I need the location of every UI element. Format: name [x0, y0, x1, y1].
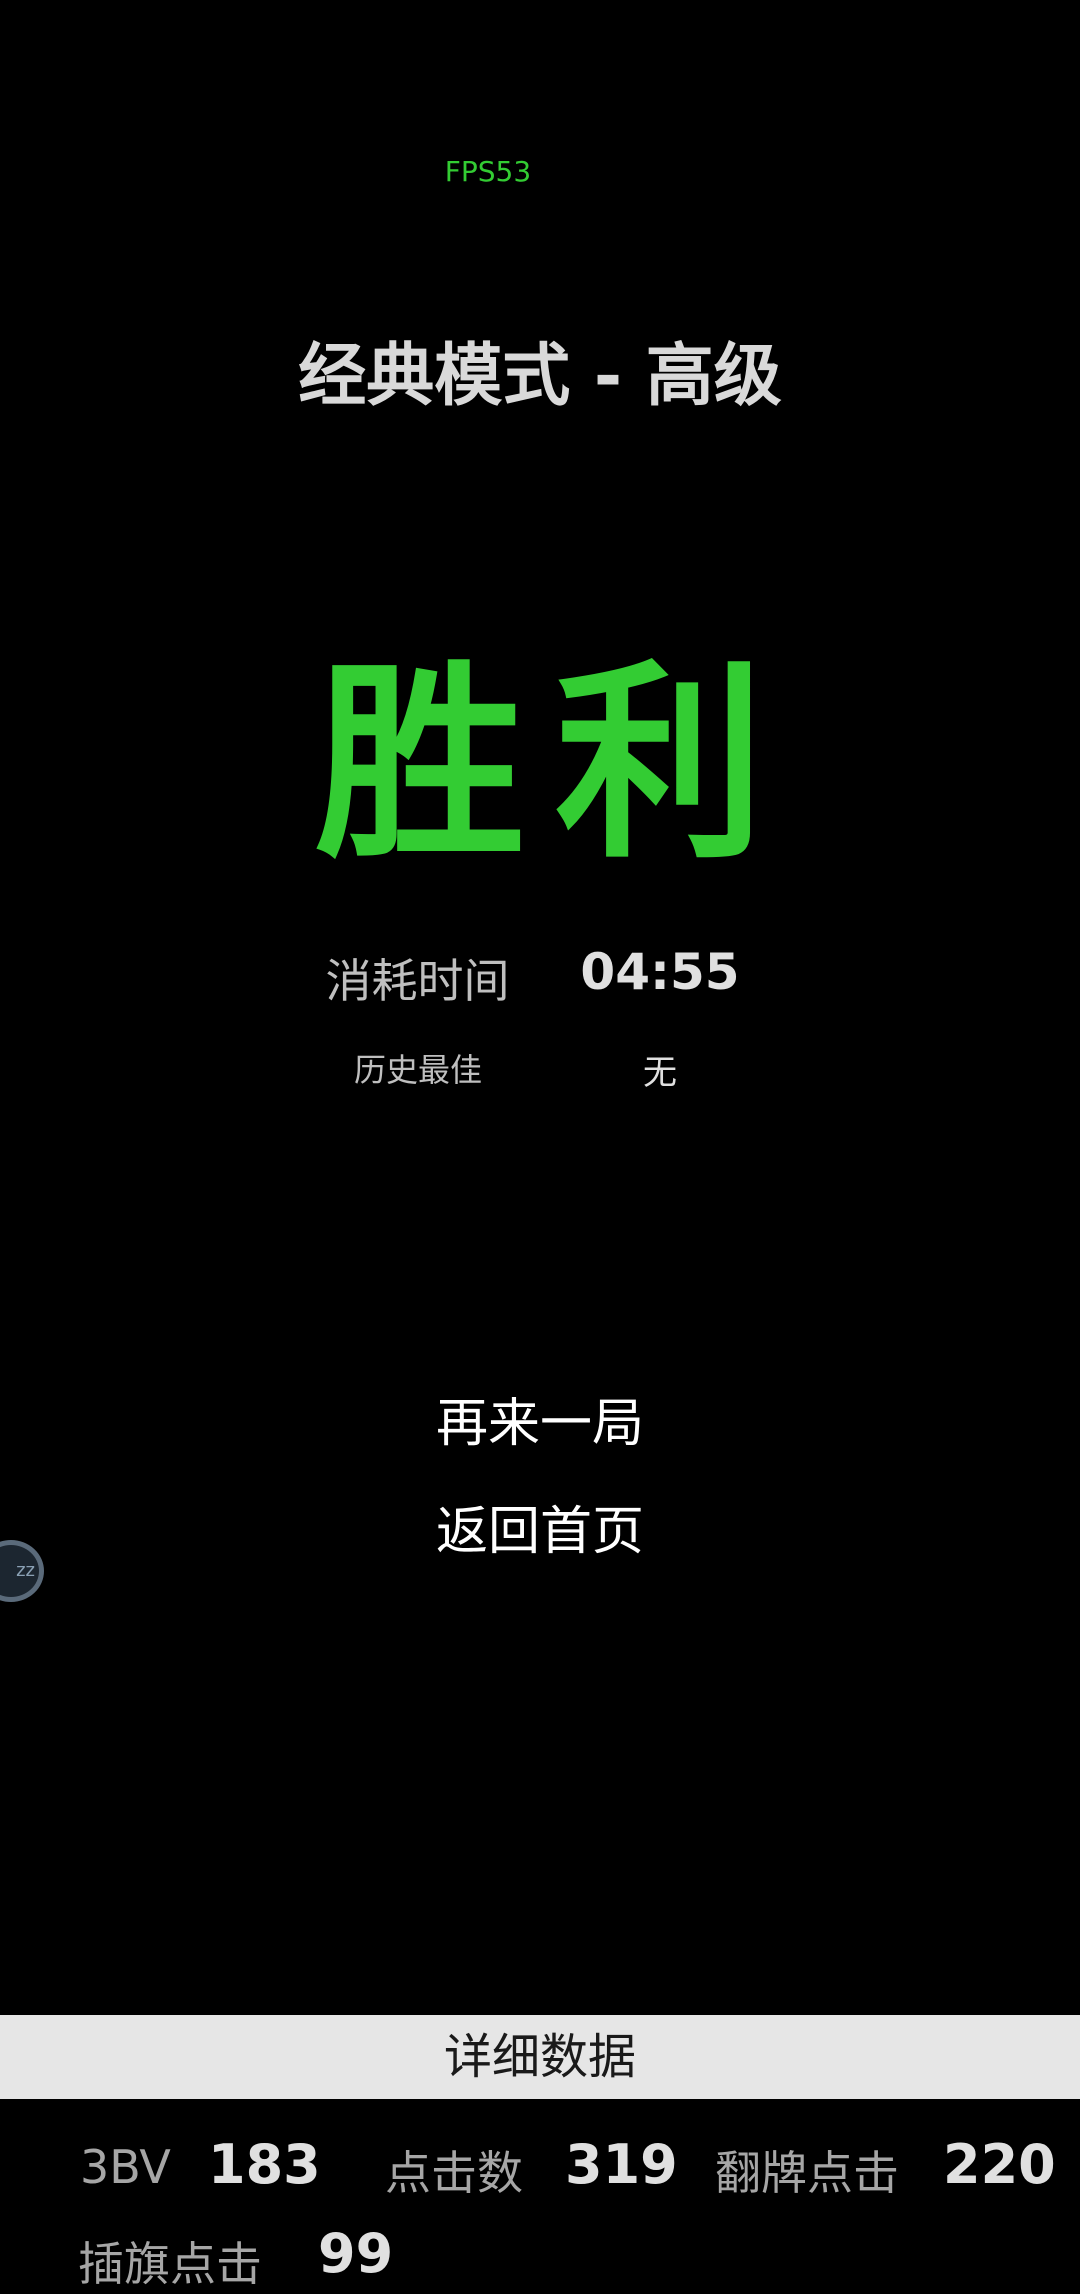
game-result: 胜利: [314, 642, 795, 887]
stat-reveal-clicks-label: 翻牌点击: [715, 2146, 899, 2200]
back-home-button[interactable]: 返回首页: [340, 1483, 740, 1570]
fps-counter: FPS53: [444, 155, 532, 188]
details-header-bar[interactable]: 详细数据: [0, 2015, 1080, 2099]
floating-assistant-ball[interactable]: zz: [0, 1540, 44, 1602]
stat-3bv-value: 183: [208, 2133, 321, 2196]
floating-ball-label: zz: [16, 1560, 35, 1581]
stat-clicks-label: 点击数: [385, 2146, 523, 2200]
stat-clicks-value: 319: [565, 2133, 678, 2196]
play-again-button[interactable]: 再来一局: [340, 1375, 740, 1462]
best-record-value: 无: [643, 1053, 677, 1093]
stat-flag-clicks-value: 99: [318, 2222, 394, 2285]
elapsed-time-value: 04:55: [580, 943, 740, 1001]
best-record-label: 历史最佳: [353, 1051, 482, 1089]
stat-3bv-label: 3BV: [80, 2140, 171, 2194]
stat-reveal-clicks-value: 220: [943, 2133, 1056, 2196]
stat-flag-clicks-label: 插旗点击: [78, 2237, 262, 2291]
elapsed-time-label: 消耗时间: [325, 954, 510, 1008]
game-mode-title: 经典模式 - 高级: [298, 337, 782, 416]
